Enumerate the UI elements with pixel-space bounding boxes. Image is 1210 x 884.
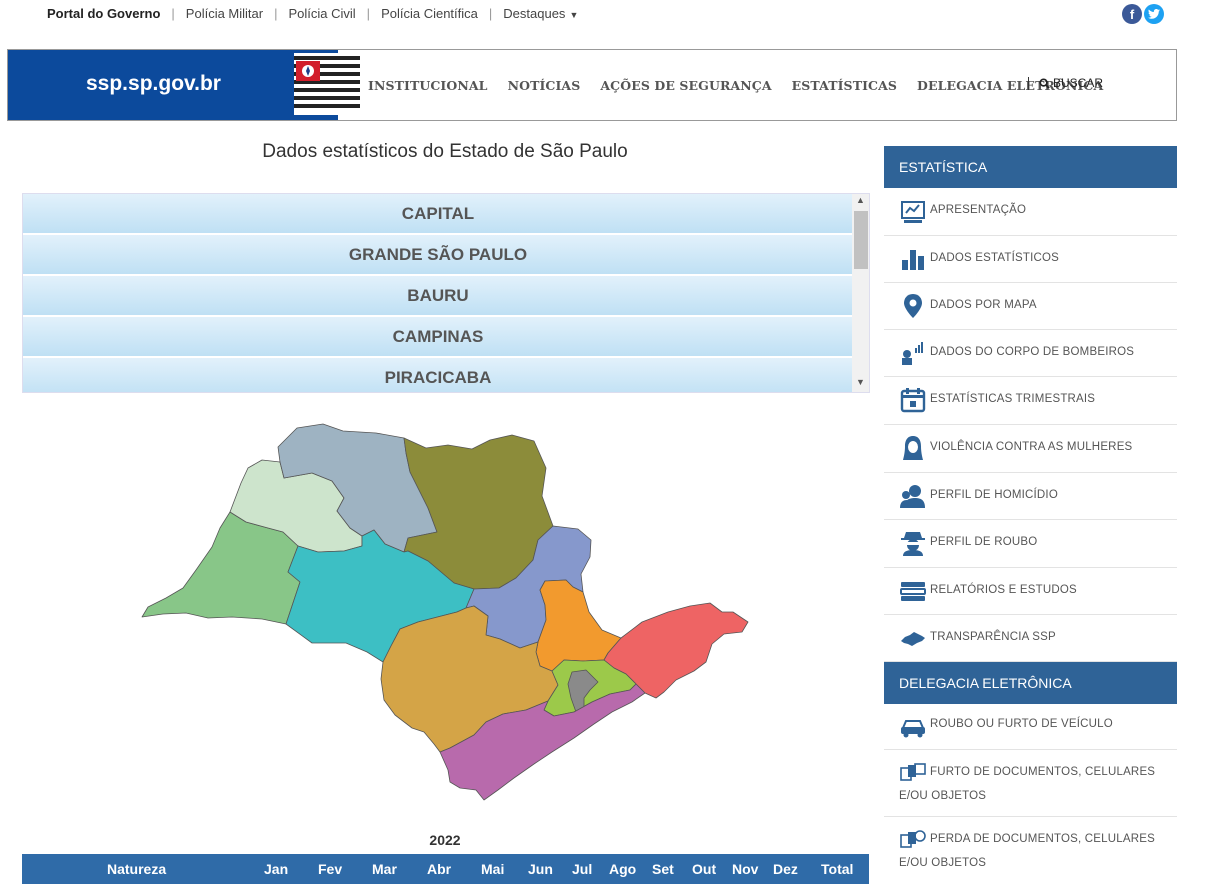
sidebar-item-perfil-roubo[interactable]: PERFIL DE ROUBO: [884, 520, 1177, 568]
car-icon: [901, 720, 925, 738]
sidebar-item-label: RELATÓRIOS E ESTUDOS: [930, 584, 1077, 596]
nav-institucional[interactable]: INSTITUCIONAL: [368, 78, 488, 93]
robber-icon: [901, 532, 925, 556]
scroll-thumb[interactable]: [854, 211, 868, 269]
region-item-campinas[interactable]: CAMPINAS: [23, 317, 853, 357]
bar-chart-icon: [902, 250, 924, 270]
sidebar-item-dados-estatisticos[interactable]: DADOS ESTATÍSTICOS: [884, 236, 1177, 283]
sidebar-item-apresentacao[interactable]: APRESENTAÇÃO: [884, 188, 1177, 236]
region-item-piracicaba[interactable]: PIRACICABA: [23, 358, 853, 392]
sidebar-item-label: DADOS DO CORPO DE BOMBEIROS: [930, 346, 1135, 358]
site-logo-text: ssp.sp.gov.br: [86, 72, 221, 95]
policia-cientifica-link[interactable]: Polícia Científica: [381, 6, 478, 21]
sidebar-item-label: PERFIL DE HOMICÍDIO: [930, 489, 1058, 501]
column-header-jan: Jan: [264, 861, 289, 877]
sao-paulo-regions-map: [141, 423, 749, 801]
separator: |: [171, 6, 175, 21]
sidebar-item-roubo-furto-veiculo[interactable]: ROUBO OU FURTO DE VEÍCULO: [884, 704, 1177, 750]
scroll-down-icon[interactable]: ▼: [852, 377, 869, 391]
column-header-set: Set: [652, 861, 674, 877]
nav-acoes-seguranca[interactable]: AÇÕES DE SEGURANÇA: [600, 78, 771, 93]
sidebar-item-relatorios-estudos[interactable]: RELATÓRIOS E ESTUDOS: [884, 568, 1177, 615]
column-header-dez: Dez: [773, 861, 798, 877]
region-list: CAPITAL GRANDE SÃO PAULO BAURU CAMPINAS …: [22, 193, 870, 393]
state-map-icon: [901, 632, 925, 646]
sidebar-item-label: PERFIL DE ROUBO: [930, 536, 1038, 548]
column-header-nov: Nov: [732, 861, 759, 877]
sidebar-item-label: DADOS POR MAPA: [930, 299, 1037, 311]
sidebar-item-estatisticas-trimestrais[interactable]: ESTATÍSTICAS TRIMESTRAIS: [884, 377, 1177, 425]
column-header-jul: Jul: [572, 861, 593, 877]
destaques-dropdown[interactable]: Destaques ▼: [503, 6, 578, 21]
sidebar-item-perda-documentos[interactable]: PERDA DE DOCUMENTOS, CELULARES E/OU OBJE…: [884, 817, 1177, 884]
policia-civil-link[interactable]: Polícia Civil: [288, 6, 355, 21]
column-header-natureza: Natureza: [107, 861, 167, 877]
column-header-mai: Mai: [481, 861, 505, 877]
sidebar-estatistica-header: ESTATÍSTICA: [884, 146, 1177, 188]
sidebar-item-violencia-mulheres[interactable]: VIOLÊNCIA CONTRA AS MULHERES: [884, 425, 1177, 473]
map-pin-icon: [904, 294, 922, 318]
region-item-grande-sao-paulo[interactable]: GRANDE SÃO PAULO: [23, 235, 853, 275]
sidebar-item-label: DADOS ESTATÍSTICOS: [930, 252, 1060, 264]
portal-governo-link[interactable]: Portal do Governo: [47, 6, 160, 21]
site-header: ssp.sp.gov.br INSTITUCIONAL NOTÍCIAS AÇÕ…: [7, 49, 1177, 121]
sidebar-item-dados-por-mapa[interactable]: DADOS POR MAPA: [884, 283, 1177, 330]
sidebar-item-label: TRANSPARÊNCIA SSP: [930, 631, 1056, 643]
separator: |: [488, 6, 493, 21]
books-icon: [900, 582, 926, 601]
column-header-jun: Jun: [528, 861, 553, 877]
brand-block[interactable]: ssp.sp.gov.br: [8, 50, 360, 120]
region-list-scrollbar[interactable]: ▲ ▼: [852, 194, 869, 392]
column-header-out: Out: [692, 861, 717, 877]
sidebar-item-corpo-bombeiros[interactable]: DADOS DO CORPO DE BOMBEIROS: [884, 330, 1177, 377]
search-label: BUSCAR: [1053, 76, 1104, 90]
column-header-total: Total: [821, 861, 854, 877]
stats-table-header: Natureza Jan Fev Mar Abr Mai Jun Jul Ago…: [22, 854, 869, 884]
woman-icon: [903, 436, 923, 460]
column-header-mar: Mar: [372, 861, 397, 877]
destaques-label: Destaques: [503, 6, 566, 21]
scroll-up-icon[interactable]: ▲: [852, 195, 869, 209]
nav-estatisticas[interactable]: ESTATÍSTICAS: [792, 78, 897, 93]
sidebar-delegacia-header: DELEGACIA ELETRÔNICA: [884, 662, 1177, 704]
sao-paulo-flag-icon: [294, 53, 360, 115]
sidebar-item-perfil-homicidio[interactable]: PERFIL DE HOMICÍDIO: [884, 473, 1177, 520]
region-item-bauru[interactable]: BAURU: [23, 276, 853, 316]
main-nav: INSTITUCIONAL NOTÍCIAS AÇÕES DE SEGURANÇ…: [368, 78, 1123, 93]
sidebar-item-label: ROUBO OU FURTO DE VEÍCULO: [930, 718, 1113, 730]
column-header-abr: Abr: [427, 861, 452, 877]
social-links: f: [1122, 4, 1164, 24]
sidebar-item-label: VIOLÊNCIA CONTRA AS MULHERES: [930, 441, 1133, 453]
sidebar-item-label: FURTO DE DOCUMENTOS, CELULARES E/OU OBJE…: [899, 766, 1156, 802]
firefighter-icon: [902, 342, 923, 365]
search-icon: [1039, 77, 1050, 89]
twitter-icon[interactable]: [1144, 4, 1164, 24]
column-header-fev: Fev: [318, 861, 343, 877]
presentation-icon: [901, 201, 925, 223]
people-icon: [900, 485, 925, 508]
caret-down-icon: ▼: [569, 10, 579, 20]
sidebar-item-label: APRESENTAÇÃO: [930, 204, 1027, 216]
column-header-ago: Ago: [609, 861, 637, 877]
search-button[interactable]: BUSCAR: [1028, 76, 1103, 90]
nav-noticias[interactable]: NOTÍCIAS: [508, 78, 581, 93]
sidebar-item-label: PERDA DE DOCUMENTOS, CELULARES E/OU OBJE…: [899, 833, 1155, 869]
separator: |: [366, 6, 371, 21]
divider: [1028, 76, 1029, 90]
region-item-capital[interactable]: CAPITAL: [23, 194, 853, 234]
top-links: Portal do Governo | Polícia Militar | Po…: [47, 6, 578, 21]
sidebar-item-label: ESTATÍSTICAS TRIMESTRAIS: [930, 393, 1096, 405]
calendar-icon: [900, 388, 926, 413]
page-title: Dados estatísticos do Estado de São Paul…: [262, 141, 628, 162]
facebook-icon[interactable]: f: [1122, 4, 1142, 24]
policia-militar-link[interactable]: Polícia Militar: [186, 6, 263, 21]
top-bar: Portal do Governo | Polícia Militar | Po…: [0, 0, 1210, 30]
sidebar-item-transparencia-ssp[interactable]: TRANSPARÊNCIA SSP: [884, 615, 1177, 662]
separator: |: [274, 6, 278, 21]
table-year: 2022: [429, 832, 461, 848]
sidebar-item-furto-documentos[interactable]: FURTO DE DOCUMENTOS, CELULARES E/OU OBJE…: [884, 750, 1177, 817]
